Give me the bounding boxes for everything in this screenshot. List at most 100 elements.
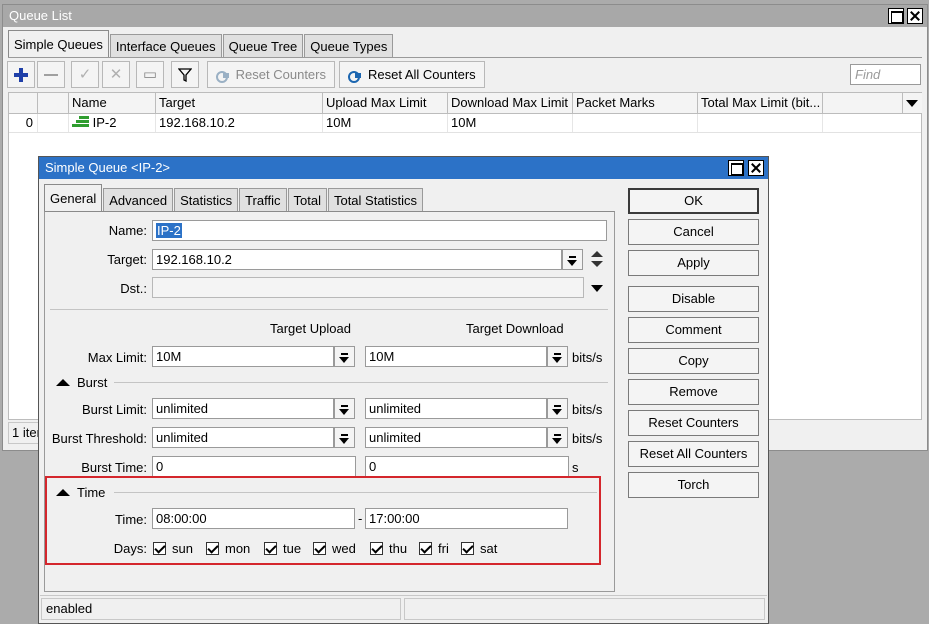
day-fri-checkbox[interactable]: fri <box>419 541 449 556</box>
max-limit-download-dropdown[interactable] <box>547 346 568 367</box>
name-label: Name: <box>108 223 147 238</box>
day-mon-checkbox[interactable]: mon <box>206 541 250 556</box>
column-header-name[interactable]: Name <box>69 93 156 114</box>
tab-queue-types[interactable]: Queue Types <box>304 34 394 58</box>
dialog-status-bar: enabled <box>40 595 767 621</box>
column-header-flags[interactable] <box>38 93 69 114</box>
burst-threshold-upload-input[interactable]: unlimited <box>152 427 334 448</box>
row-target: 192.168.10.2 <box>156 114 323 132</box>
queue-list-tabs: Simple Queues Interface Queues Queue Tre… <box>8 29 394 58</box>
row-divider <box>9 132 921 133</box>
burst-time-download-input[interactable]: 0 <box>365 456 569 477</box>
filter-icon <box>178 67 192 82</box>
reset-counters-icon <box>216 69 230 83</box>
tab-total[interactable]: Total <box>287 188 327 212</box>
column-header-packet-marks[interactable]: Packet Marks <box>573 93 698 114</box>
remove-button[interactable] <box>37 61 65 88</box>
day-wed-label: wed <box>332 541 356 556</box>
burst-section-header[interactable]: Burst <box>56 375 107 390</box>
column-header-total-max-limit[interactable]: Total Max Limit (bit... <box>698 93 823 114</box>
target-add-remove-icon[interactable] <box>590 249 604 270</box>
day-mon-label: mon <box>225 541 251 556</box>
note-icon: ▭ <box>142 66 158 83</box>
dst-input[interactable] <box>152 277 584 298</box>
burst-threshold-download-input[interactable]: unlimited <box>365 427 547 448</box>
row-name-text: IP-2 <box>92 115 117 130</box>
columns-dropdown-button[interactable] <box>903 93 922 114</box>
tab-queue-tree[interactable]: Queue Tree <box>222 34 304 58</box>
target-input[interactable]: 192.168.10.2 <box>152 249 562 270</box>
remove-button[interactable]: Remove <box>628 379 759 405</box>
time-start-input[interactable]: 08:00:00 <box>152 508 355 529</box>
apply-button[interactable]: Apply <box>628 250 759 276</box>
burst-time-upload-input[interactable]: 0 <box>152 456 356 477</box>
status-enabled: enabled <box>41 598 401 620</box>
dialog-maximize-icon[interactable] <box>728 160 744 176</box>
tab-advanced[interactable]: Advanced <box>103 188 174 212</box>
find-input[interactable]: Find <box>850 64 921 85</box>
burst-limit-upload-input[interactable]: unlimited <box>152 398 334 419</box>
day-tue-checkbox[interactable]: tue <box>264 541 301 556</box>
status-extra <box>404 598 765 620</box>
cross-icon: ✕ <box>109 66 123 83</box>
filter-button[interactable] <box>171 61 199 88</box>
burst-limit-download-input[interactable]: unlimited <box>365 398 547 419</box>
max-limit-upload-dropdown[interactable] <box>334 346 355 367</box>
queue-list-maximize-icon[interactable] <box>888 8 904 24</box>
disable-button[interactable]: Disable <box>628 286 759 312</box>
torch-button[interactable]: Torch <box>628 472 759 498</box>
target-dropdown-button[interactable] <box>562 249 583 270</box>
queue-list-titlebar[interactable]: Queue List <box>3 5 927 27</box>
disable-button[interactable]: ✕ <box>102 61 130 88</box>
time-range-dash: - <box>358 511 363 526</box>
day-thu-checkbox[interactable]: thu <box>370 541 407 556</box>
column-header-target[interactable]: Target <box>156 93 323 114</box>
max-limit-download-input[interactable]: 10M <box>365 346 547 367</box>
dialog-tabs: General Advanced Statistics Traffic Tota… <box>44 182 424 212</box>
enable-button[interactable]: ✓ <box>71 61 99 88</box>
dst-dropdown-icon[interactable] <box>591 285 603 292</box>
column-header-filler <box>823 93 903 114</box>
checkbox-checked-icon <box>461 542 474 555</box>
day-wed-checkbox[interactable]: wed <box>313 541 356 556</box>
reset-all-counters-button[interactable]: Reset All Counters <box>339 61 485 88</box>
cancel-button[interactable]: Cancel <box>628 219 759 245</box>
comment-button[interactable]: Comment <box>628 317 759 343</box>
time-divider <box>114 492 597 493</box>
burst-threshold-download-dropdown[interactable] <box>547 427 568 448</box>
tab-traffic[interactable]: Traffic <box>239 188 287 212</box>
reset-all-counters-button[interactable]: Reset All Counters <box>628 441 759 467</box>
reset-counters-button[interactable]: Reset Counters <box>628 410 759 436</box>
tab-statistics[interactable]: Statistics <box>174 188 239 212</box>
reset-counters-button[interactable]: Reset Counters <box>207 61 335 88</box>
column-header-index[interactable] <box>9 93 38 114</box>
max-limit-upload-input[interactable]: 10M <box>152 346 334 367</box>
column-header-upload-max-limit[interactable]: Upload Max Limit <box>323 93 448 114</box>
burst-limit-download-dropdown[interactable] <box>547 398 568 419</box>
queue-list-close-icon[interactable] <box>907 8 923 24</box>
time-section-header[interactable]: Time <box>56 485 105 500</box>
dialog-titlebar[interactable]: Simple Queue <IP-2> <box>39 157 768 179</box>
day-sat-checkbox[interactable]: sat <box>461 541 497 556</box>
tab-simple-queues[interactable]: Simple Queues <box>8 30 109 58</box>
queue-list-title: Queue List <box>9 8 72 23</box>
comment-button[interactable]: ▭ <box>136 61 164 88</box>
name-input[interactable]: IP-2 <box>152 220 607 241</box>
column-header-download-max-limit[interactable]: Download Max Limit <box>448 93 573 114</box>
tab-total-statistics[interactable]: Total Statistics <box>327 188 424 212</box>
burst-threshold-label: Burst Threshold: <box>51 431 147 446</box>
plus-icon <box>14 67 28 82</box>
day-sun-checkbox[interactable]: sun <box>153 541 193 556</box>
burst-limit-unit: bits/s <box>572 402 603 417</box>
tabbar-divider <box>8 57 922 58</box>
copy-button[interactable]: Copy <box>628 348 759 374</box>
dialog-close-icon[interactable] <box>748 160 764 176</box>
burst-threshold-upload-dropdown[interactable] <box>334 427 355 448</box>
time-end-value: 17:00:00 <box>369 511 420 526</box>
ok-button[interactable]: OK <box>628 188 759 214</box>
add-button[interactable] <box>7 61 35 88</box>
burst-limit-upload-dropdown[interactable] <box>334 398 355 419</box>
tab-interface-queues[interactable]: Interface Queues <box>109 34 222 58</box>
tab-general[interactable]: General <box>44 184 103 212</box>
time-end-input[interactable]: 17:00:00 <box>365 508 568 529</box>
